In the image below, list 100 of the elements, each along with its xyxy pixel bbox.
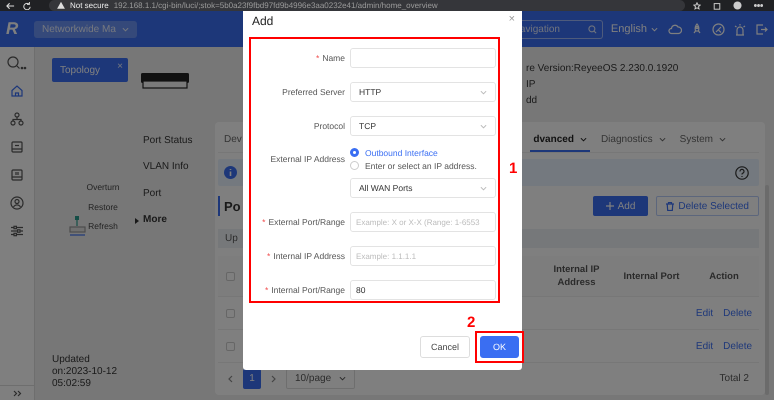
rocket-icon[interactable] (691, 23, 703, 35)
double-chevron-icon[interactable] (12, 390, 22, 397)
help-icon[interactable] (735, 166, 749, 180)
language-dropdown[interactable]: English (610, 23, 658, 35)
chevron-down-icon (480, 186, 487, 190)
field-label: * Name (315, 53, 345, 63)
device-action-text[interactable]: Overturn (86, 182, 120, 192)
input-field[interactable]: Example: X or X-X (Range: 1-6553 (350, 212, 496, 232)
delete-link[interactable]: Delete (723, 340, 752, 352)
device-icon[interactable] (10, 168, 24, 182)
security-label: Not secure (70, 1, 109, 10)
chevron-down-icon (580, 136, 587, 142)
chevron-right-icon[interactable] (271, 374, 276, 382)
field-label: External IP Address (270, 153, 345, 166)
chevron-down-icon (480, 90, 487, 94)
nav-tab[interactable]: Dev (218, 128, 245, 152)
alarm-icon[interactable] (734, 22, 746, 36)
edit-link[interactable]: Edit (696, 308, 714, 318)
chevron-down-icon (719, 136, 726, 142)
column-header: Action (709, 270, 739, 282)
device-menu-item[interactable]: Port Status (143, 127, 192, 154)
nav-tab[interactable]: dvanced (530, 128, 590, 152)
column-header: Internal IP Address (552, 263, 600, 289)
field-label: * Internal IP Address (266, 251, 345, 261)
avatar-icon[interactable] (733, 1, 742, 10)
cancel-button[interactable]: Cancel (420, 336, 470, 358)
device-info-text: IP (526, 78, 536, 92)
settings-sliders-icon[interactable] (10, 224, 24, 238)
chevron-down-icon (480, 124, 487, 128)
nav-tab[interactable]: Diagnostics (598, 128, 669, 152)
device-info-text: re Version:ReyeeOS 2.230.0.1920 (526, 62, 680, 76)
device-menu-item[interactable]: Port (143, 180, 192, 206)
dialog-title: Add (252, 14, 274, 28)
close-button[interactable]: × (508, 14, 515, 24)
cloud-icon[interactable] (668, 23, 682, 35)
input-field[interactable]: 80 (350, 280, 496, 300)
device-menu-item[interactable]: VLAN Info (143, 154, 192, 180)
back-arrow-icon[interactable] (6, 2, 15, 10)
radio-icon[interactable] (350, 161, 359, 170)
input-field[interactable]: Example: 1.1.1.1 (350, 246, 496, 266)
annotation-number: 1 (509, 161, 518, 176)
device-icon[interactable] (10, 140, 24, 154)
ok-button[interactable]: OK (480, 336, 519, 358)
checkbox[interactable] (226, 342, 235, 350)
page-number[interactable]: 1 (243, 368, 261, 388)
field-label: Protocol (312, 121, 345, 131)
radio-option[interactable]: Enter or select an IP address. (350, 159, 496, 172)
topology-icon[interactable] (10, 112, 24, 126)
input-field[interactable] (350, 48, 496, 68)
trash-icon (666, 202, 674, 210)
chevron-down-icon (339, 376, 346, 381)
edit-link[interactable]: Edit (696, 340, 714, 352)
chevron-down-icon (651, 26, 658, 32)
logo[interactable]: R (0, 19, 34, 39)
warning-icon (57, 2, 65, 9)
filter-text: Up (225, 233, 238, 244)
device-action-text[interactable]: Restore (88, 202, 118, 212)
add-button[interactable]: Add (592, 196, 648, 216)
radio-option[interactable]: Outbound Interface (350, 146, 496, 159)
address-bar[interactable]: Not secure 192.168.1.1/cgi-bin/luci/;stok=5b0a23f9fbd97fd9b4996e3aa0232e41/admin/home_overview (49, 0, 685, 11)
field-label: * External Port/Range (261, 217, 345, 227)
dropdown[interactable]: All WAN Ports (350, 178, 496, 198)
home-icon[interactable] (10, 84, 24, 98)
extension-icon[interactable] (713, 2, 721, 10)
total-count: Total 2 (720, 373, 749, 384)
column-header: Internal Port (624, 270, 680, 282)
device-stack-drawing (69, 215, 86, 238)
dropdown[interactable]: HTTP (350, 82, 496, 102)
url-text: 192.168.1.1/cgi-bin/luci/;stok=5b0a23f9fbd97fd9b4996e3aa0232e41/admin/home_overview (114, 1, 438, 10)
plus-icon (606, 202, 614, 210)
caret-right-icon (135, 218, 139, 224)
checkbox[interactable] (226, 308, 235, 318)
updated-time-text: Updated on:2023-10-12 05:02:59 (51, 354, 118, 391)
nav-tab[interactable]: System (676, 128, 729, 152)
router-drawing (140, 72, 190, 89)
logout-icon[interactable] (755, 22, 768, 36)
chevron-left-icon[interactable] (228, 374, 233, 382)
device-menu-item[interactable]: More (143, 206, 192, 233)
checkbox[interactable] (226, 272, 235, 280)
device-action-text[interactable]: Refresh (88, 217, 118, 236)
device-info-text: dd (526, 94, 538, 108)
user-icon[interactable] (10, 196, 24, 210)
search-icon[interactable] (7, 56, 27, 70)
annotation-number: 2 (467, 315, 476, 330)
field-label: Preferred Server (281, 87, 345, 97)
delete-link[interactable]: Delete (723, 308, 752, 318)
info-icon (224, 166, 237, 179)
more-icon[interactable] (754, 4, 763, 7)
topology-tab[interactable]: Topology × (52, 58, 128, 82)
field-label: * Internal Port/Range (264, 285, 345, 295)
section-title: Po (224, 198, 241, 214)
chevron-down-icon (658, 136, 666, 142)
chevron-down-icon (122, 26, 129, 32)
delete-selected-button[interactable]: Delete Selected (656, 196, 759, 216)
dropdown[interactable]: TCP (350, 116, 496, 136)
reload-icon[interactable] (23, 2, 31, 10)
star-icon[interactable] (693, 2, 701, 10)
satellite-dish-icon[interactable] (712, 22, 725, 36)
radio-icon[interactable] (350, 148, 359, 157)
search-icon (588, 24, 597, 34)
